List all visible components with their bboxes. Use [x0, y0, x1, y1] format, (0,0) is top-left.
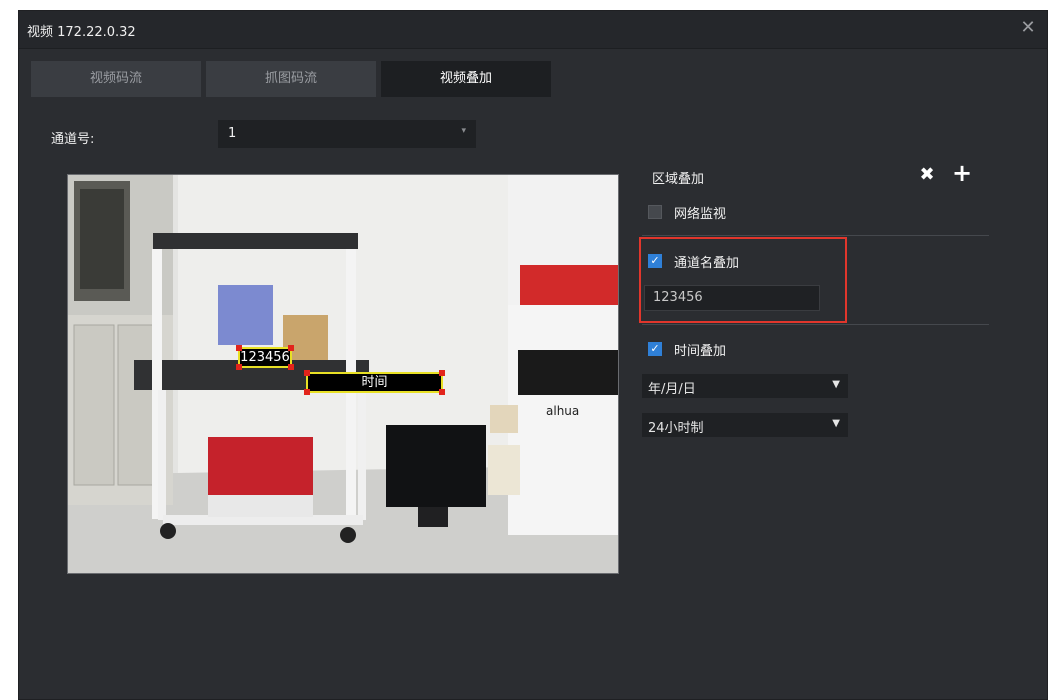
resize-handle[interactable] — [439, 389, 445, 395]
resize-handle[interactable] — [304, 370, 310, 376]
date-format-select[interactable]: 年/月/日 ▼ — [642, 374, 848, 398]
channel-name-overlay-checkbox[interactable]: ✓ — [648, 254, 662, 268]
osd-time-text: 时间 — [361, 375, 388, 390]
tab-video-stream[interactable]: 视频码流 — [31, 61, 201, 97]
divider — [642, 235, 989, 236]
video-preview[interactable]: alhua 123456 时间 — [67, 174, 619, 574]
date-format-value: 年/月/日 — [648, 382, 696, 397]
hour-format-value: 24小时制 — [648, 421, 704, 436]
plus-icon[interactable]: + — [951, 161, 973, 185]
tab-snapshot-stream[interactable]: 抓图码流 — [206, 61, 376, 97]
resize-handle[interactable] — [304, 389, 310, 395]
dialog-window: 视频 172.22.0.32 ✕ 视频码流 抓图码流 视频叠加 通道号: 1 ▾ — [18, 10, 1048, 700]
network-monitor-label: 网络监视 — [674, 207, 727, 222]
resize-handle[interactable] — [236, 364, 242, 370]
title-bar: 视频 172.22.0.32 ✕ — [19, 11, 1047, 49]
close-icon[interactable]: ✕ — [1017, 17, 1039, 39]
resize-handle[interactable] — [439, 370, 445, 376]
close-x-icon[interactable]: ✖ — [916, 163, 938, 187]
window-title: 视频 172.22.0.32 — [27, 25, 136, 40]
hour-format-select[interactable]: 24小时制 ▼ — [642, 413, 848, 437]
time-overlay-label: 时间叠加 — [674, 344, 727, 359]
tab-video-overlay[interactable]: 视频叠加 — [381, 61, 551, 97]
channel-label: 通道号: — [51, 132, 95, 147]
osd-time-box[interactable]: 时间 — [304, 370, 445, 395]
resize-handle[interactable] — [288, 345, 294, 351]
divider — [642, 324, 989, 325]
time-overlay-checkbox[interactable]: ✓ — [648, 342, 662, 356]
chevron-down-icon: ▾ — [461, 126, 466, 136]
channel-name-input[interactable]: 123456 — [644, 285, 820, 311]
osd-channel-name-box[interactable]: 123456 — [236, 345, 294, 370]
osd-channel-name-text: 123456 — [240, 350, 290, 365]
area-overlay-label: 区域叠加 — [652, 172, 705, 187]
channel-select[interactable]: 1 ▾ — [218, 120, 476, 148]
resize-handle[interactable] — [288, 364, 294, 370]
channel-name-overlay-label: 通道名叠加 — [674, 256, 740, 271]
chevron-down-icon: ▼ — [832, 418, 840, 429]
brand-logo: alhua — [546, 404, 579, 418]
chevron-down-icon: ▼ — [832, 379, 840, 390]
channel-select-value: 1 — [228, 126, 237, 141]
network-monitor-checkbox[interactable] — [648, 205, 662, 219]
resize-handle[interactable] — [236, 345, 242, 351]
